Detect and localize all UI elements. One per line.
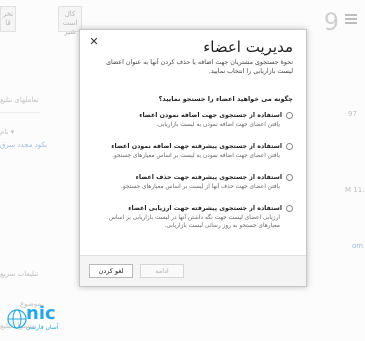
cancel-button[interactable]: لغو کردن: [89, 264, 133, 278]
radio-button[interactable]: [286, 174, 293, 181]
radio-button[interactable]: [286, 205, 293, 212]
option-advanced-find-add[interactable]: استفاده از جستجوی پیشرفته جهت اضافه نمود…: [93, 143, 293, 160]
option-advanced-find-remove[interactable]: استفاده از جستجوی پیشرفته جهت حذف اعضاء …: [93, 174, 293, 191]
option-description: یافتن اعضای جهت حذف آنها از لیست بر اساس…: [121, 184, 280, 190]
option-label: استفاده از جستجوی پیشرفته جهت ارزیابی اع…: [128, 205, 282, 212]
watermark-brand: nic: [26, 303, 56, 324]
option-description: یافتن اعضای جهت اضافه نمودن به لیست بر ا…: [112, 153, 280, 159]
watermark-logo: nic آسان فارسی: [6, 303, 76, 337]
option-description: یافتن اعضای جهت اضافه نمودن به لیست بازا…: [156, 122, 280, 128]
globe-icon: [7, 309, 27, 329]
option-advanced-find-evaluate[interactable]: استفاده از جستجوی پیشرفته جهت ارزیابی اع…: [93, 205, 293, 230]
close-icon[interactable]: ✕: [88, 36, 100, 48]
dialog-question: چگونه می خواهید اعضاء را جستجو نمایید؟: [158, 95, 293, 103]
option-label: استفاده از جستجوی پیشرفته جهت حذف اعضاء: [135, 174, 282, 181]
dialog-footer: لغو کردن ادامه: [80, 255, 306, 286]
option-description: ارزیابی اعضای لیست جهت نگه داشتن آنها در…: [108, 215, 280, 229]
dialog-description: نحوهٔ جستجوی مشتریان جهت اضافه یا حذف کر…: [106, 59, 293, 75]
manage-members-dialog: ✕ مدیریت اعضاء نحوهٔ جستجوی مشتریان جهت …: [79, 29, 307, 287]
radio-button[interactable]: [286, 143, 293, 150]
dialog-title: مدیریت اعضاء: [203, 38, 293, 56]
option-label: استفاده از جستجوی پیشرفته جهت اضافه نمود…: [111, 143, 282, 150]
continue-button[interactable]: ادامه: [140, 264, 184, 278]
app-window: تخر قا کال است شیر 9 تعاملهای تبلیغ نام …: [0, 0, 365, 341]
option-lookup-add[interactable]: استفاده از جستجوی جهت اضافه نمودن اعضاء …: [93, 112, 293, 129]
radio-button[interactable]: [286, 112, 293, 119]
watermark-subtitle: آسان فارسی: [26, 324, 59, 331]
option-label: استفاده از جستجوی جهت اضافه نمودن اعضاء: [139, 112, 282, 119]
